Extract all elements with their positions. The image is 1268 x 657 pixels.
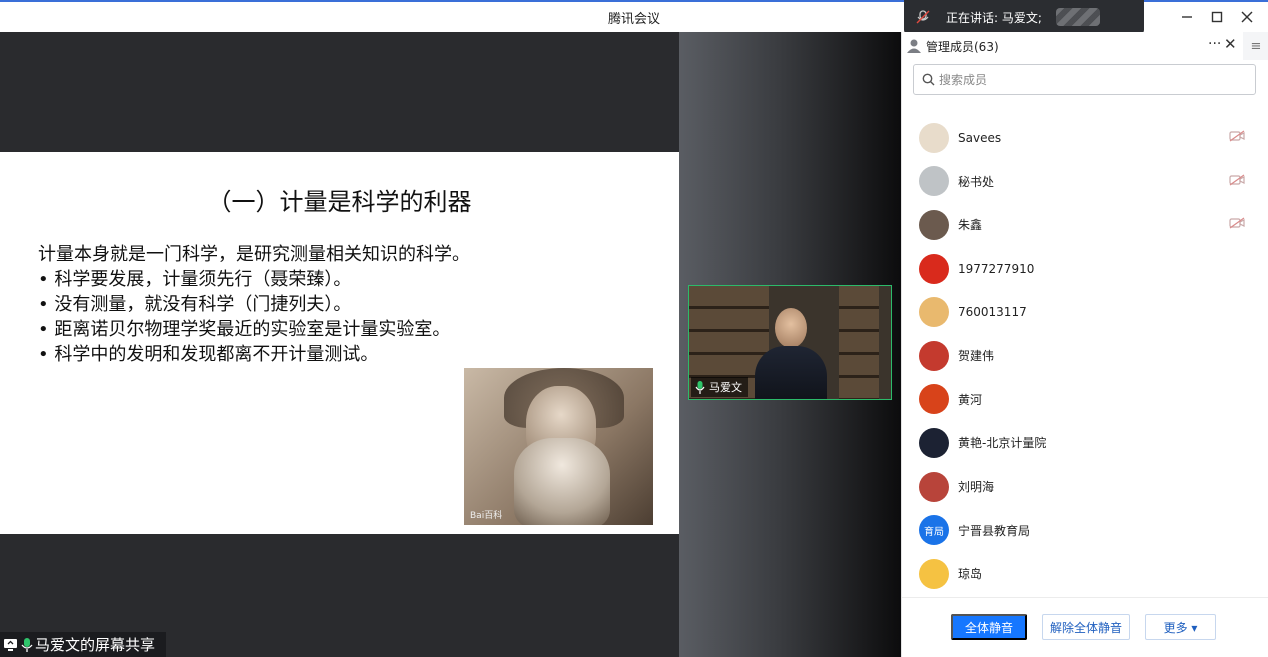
member-row[interactable]: 育局 宁晋县教育局	[902, 508, 1268, 552]
member-row[interactable]: 琼岛	[902, 552, 1268, 596]
mute-all-button[interactable]: 全体静音	[951, 614, 1027, 640]
slide-title: （一）计量是科学的利器	[207, 188, 472, 216]
image-watermark: Bai百科	[470, 511, 503, 521]
screen-share-bar[interactable]: 马爱文的屏幕共享	[0, 632, 166, 657]
member-name: 琼岛	[958, 567, 983, 582]
search-icon	[922, 73, 935, 86]
member-avatar	[919, 122, 949, 153]
member-name: 贺建伟	[958, 349, 995, 364]
member-avatar	[919, 471, 949, 502]
shared-screen-area: （一）计量是科学的利器 计量本身就是一门科学，是研究测量相关知识的科学。 • 科…	[0, 32, 679, 657]
user-icon	[906, 38, 922, 54]
mic-icon	[21, 637, 33, 652]
slide-line: 计量本身就是一门科学，是研究测量相关知识的科学。	[38, 244, 470, 265]
portrait-beard	[514, 438, 610, 525]
member-row[interactable]: Savees	[902, 116, 1268, 160]
video-tile-speaker[interactable]: 马爱文	[688, 285, 892, 400]
member-name: 黄艳-北京计量院	[958, 436, 1047, 451]
member-name: 黄河	[958, 392, 983, 407]
blurred-name	[1055, 8, 1100, 26]
panel-more-button[interactable]: ···	[1208, 36, 1221, 52]
member-avatar	[919, 209, 949, 240]
member-name: 秘书处	[958, 174, 995, 189]
bookshelf	[839, 286, 879, 399]
member-row[interactable]: 朱鑫	[902, 203, 1268, 247]
maximize-icon	[1211, 11, 1223, 23]
minimize-button[interactable]	[1174, 6, 1200, 28]
minimize-icon	[1182, 16, 1192, 18]
slide-line: • 科学要发展，计量须先行（聂荣臻）。	[38, 269, 352, 290]
member-name: 760013117	[958, 305, 1027, 320]
video-name: 马爱文	[709, 381, 742, 394]
screen-share-icon	[3, 638, 19, 652]
member-avatar	[919, 558, 949, 589]
speaker-video	[755, 308, 827, 399]
members-panel: 管理成员(63) ··· ✕ ≡ Savees 秘书处 朱鑫	[901, 32, 1268, 657]
camera-off-icon[interactable]	[1229, 174, 1245, 186]
members-panel-footer: 全体静音 解除全体静音 更多 ▾	[902, 597, 1268, 657]
meeting-app: 腾讯会议 正在讲话: 马爱文; （一）计量是科学的利器 计量本身就是一门科学，是…	[0, 0, 1268, 657]
member-row[interactable]: 760013117	[902, 290, 1268, 334]
panel-close-button[interactable]: ✕	[1224, 35, 1237, 53]
camera-off-icon[interactable]	[1229, 130, 1245, 142]
members-panel-header: 管理成员(63) ··· ✕ ≡	[902, 32, 1268, 60]
slide-line: • 科学中的发明和发现都离不开计量测试。	[38, 344, 379, 365]
speaking-indicator: 正在讲话: 马爱文;	[904, 0, 1144, 34]
member-row[interactable]: 1977277910	[902, 247, 1268, 291]
member-avatar	[919, 384, 949, 415]
member-row[interactable]: 秘书处	[902, 160, 1268, 204]
member-avatar	[919, 166, 949, 197]
member-name: 1977277910	[958, 261, 1035, 276]
mic-icon	[695, 380, 705, 394]
member-name: 刘明海	[958, 480, 995, 495]
close-icon	[1241, 11, 1253, 23]
slide-line: • 没有测量，就没有科学（门捷列夫）。	[38, 294, 352, 315]
member-avatar	[919, 340, 949, 371]
more-options-button[interactable]: 更多 ▾	[1145, 614, 1216, 640]
unmute-all-button[interactable]: 解除全体静音	[1042, 614, 1130, 640]
maximize-button[interactable]	[1204, 6, 1230, 28]
member-search-box[interactable]	[913, 64, 1256, 95]
member-search-input[interactable]	[939, 72, 1239, 87]
slide-body: 计量本身就是一门科学，是研究测量相关知识的科学。 • 科学要发展，计量须先行（聂…	[38, 242, 470, 367]
member-avatar	[919, 253, 949, 284]
member-avatar: 育局	[919, 515, 949, 546]
member-name: 宁晋县教育局	[958, 523, 1031, 538]
speaker-body	[755, 346, 827, 399]
member-row[interactable]: 贺建伟	[902, 334, 1268, 378]
camera-off-icon[interactable]	[1229, 217, 1245, 229]
presentation-slide: （一）计量是科学的利器 计量本身就是一门科学，是研究测量相关知识的科学。 • 科…	[0, 152, 679, 534]
window-controls	[1174, 6, 1260, 28]
video-name-tag: 马爱文	[691, 377, 748, 397]
member-list: Savees 秘书处 朱鑫 1977277910 760013117 贺建伟 黄…	[902, 116, 1268, 596]
close-window-button[interactable]	[1234, 6, 1260, 28]
screen-share-label: 马爱文的屏幕共享	[35, 636, 156, 654]
member-name: Savees	[958, 130, 1002, 145]
member-name: 朱鑫	[958, 218, 983, 233]
members-panel-title: 管理成员(63)	[926, 39, 999, 54]
member-avatar	[919, 297, 949, 328]
member-row[interactable]: 黄艳-北京计量院	[902, 421, 1268, 465]
member-avatar	[919, 427, 949, 458]
speaking-text: 正在讲话: 马爱文;	[946, 10, 1042, 25]
speaker-head	[775, 308, 807, 348]
panel-toggle-button[interactable]: ≡	[1243, 32, 1268, 60]
mic-muted-icon	[912, 6, 934, 28]
slide-line: • 距离诺贝尔物理学奖最近的实验室是计量实验室。	[38, 319, 451, 340]
member-row[interactable]: 刘明海	[902, 465, 1268, 509]
member-row[interactable]: 黄河	[902, 378, 1268, 422]
portrait-image: Bai百科	[464, 368, 653, 525]
